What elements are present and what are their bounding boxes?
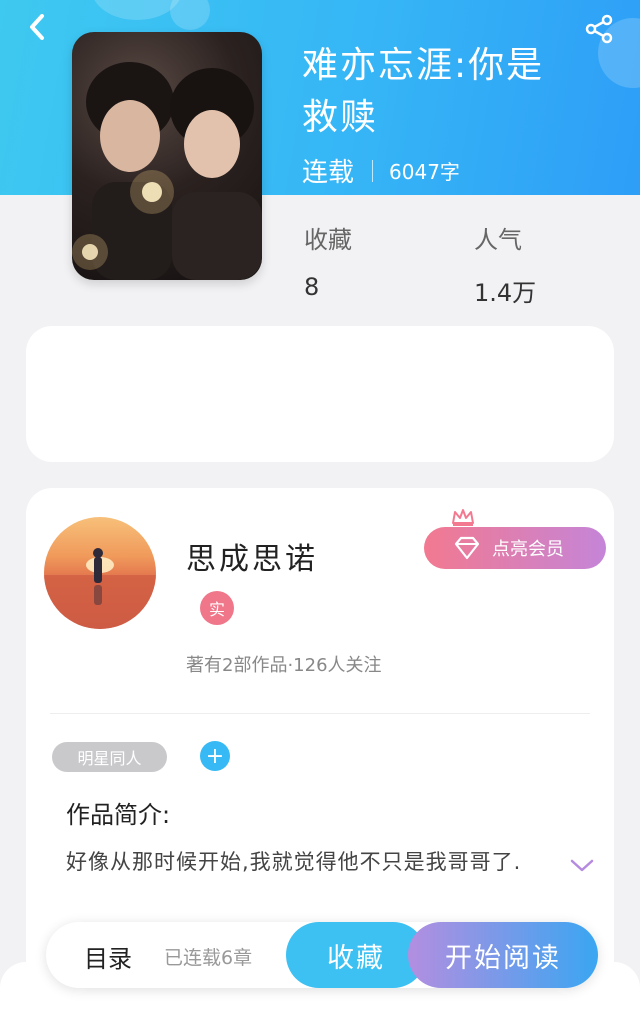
favorites-value: 8: [304, 273, 320, 301]
author-meta: 著有2部作品·126人关注: [186, 655, 382, 676]
favorites-label: 收藏: [304, 226, 352, 254]
chevron-down-icon: [570, 859, 594, 872]
expand-intro-button[interactable]: [570, 858, 594, 877]
author-name[interactable]: 思成思诺: [186, 534, 318, 578]
bottom-action-bar: 目录 已连载6章 收藏 开始阅读: [46, 922, 598, 988]
book-title: 难亦忘涯:你是救赎: [302, 45, 545, 138]
back-button[interactable]: [22, 12, 52, 42]
divider: [372, 159, 374, 182]
favorite-button[interactable]: 收藏: [286, 922, 426, 988]
chapter-count: 已连载6章: [164, 947, 253, 969]
vip-label: 点亮会员: [492, 539, 564, 560]
intro-text: 好像从那时候开始,我就觉得他不只是我哥哥了.: [66, 850, 522, 874]
vip-button[interactable]: 点亮会员: [424, 527, 606, 569]
verified-badge: 实: [200, 591, 234, 625]
diamond-icon: [454, 536, 480, 560]
crown-icon: [452, 509, 474, 526]
share-button[interactable]: [582, 12, 616, 46]
book-status-row: 连载 6047字: [302, 152, 460, 189]
book-cover[interactable]: [72, 32, 262, 280]
divider: [50, 713, 590, 714]
popularity-value: 1.4万: [474, 279, 537, 307]
favorites-stat: 收藏 8: [304, 220, 352, 301]
plus-icon: +: [205, 743, 225, 769]
decor-bubble: [170, 0, 210, 30]
chevron-left-icon: [30, 14, 44, 40]
popularity-stat: 人气 1.4万: [474, 220, 536, 308]
popularity-label: 人气: [474, 226, 522, 254]
decor-bubble: [92, 0, 182, 20]
intro-title: 作品简介:: [66, 801, 171, 829]
avatar-artwork: [44, 548, 156, 629]
toc-button[interactable]: 目录: [84, 939, 132, 974]
word-count: 6047字: [389, 160, 460, 184]
author-avatar[interactable]: [44, 517, 156, 629]
category-tag[interactable]: 明星同人: [52, 742, 167, 772]
serial-status: 连载: [302, 158, 355, 188]
cover-artwork: [72, 62, 262, 280]
start-reading-button[interactable]: 开始阅读: [408, 922, 598, 988]
add-tag-button[interactable]: +: [200, 741, 230, 771]
empty-card: [26, 326, 614, 462]
share-icon: [585, 14, 613, 44]
